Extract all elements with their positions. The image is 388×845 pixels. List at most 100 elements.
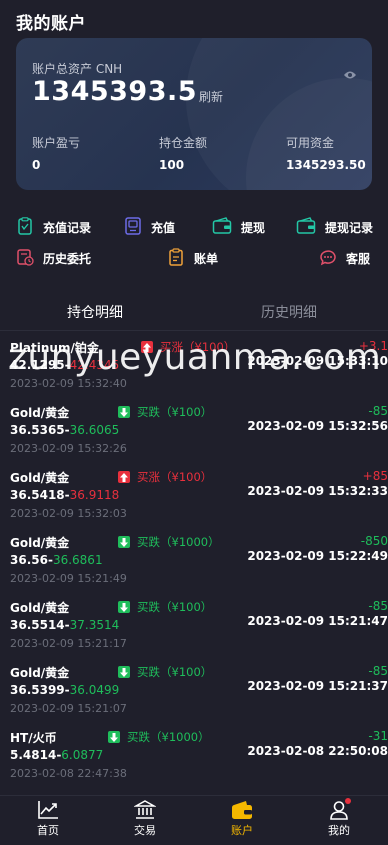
- open-time: 2023-02-08 22:47:38: [10, 767, 127, 780]
- order-symbol: Gold/黄金: [10, 406, 70, 420]
- menu-customer-service[interactable]: 客服: [319, 248, 370, 269]
- order-row[interactable]: Gold/黄金 36.5418-36.9118 2023-02-09 15:32:0…: [0, 461, 388, 526]
- order-row[interactable]: Gold/黄金 36.5365-36.6065 2023-02-09 15:32:2…: [0, 396, 388, 461]
- close-time: 2023-02-09 15:21:47: [247, 614, 388, 628]
- nav-home[interactable]: 首页: [18, 800, 78, 838]
- account-pl-label: 账户盈亏: [32, 136, 81, 150]
- open-time: 2023-02-09 15:21:49: [10, 572, 127, 585]
- close-price: 37.3514: [69, 618, 120, 632]
- account-card: 账户总资产 CNH 1345393.5 刷新 账户盈亏 0 持仓金额 100 可…: [16, 38, 372, 190]
- order-symbol: HT/火币: [10, 731, 57, 745]
- history-order-icon: [16, 248, 43, 269]
- nav-label: 首页: [37, 824, 59, 837]
- arrow-down-icon: [108, 731, 120, 743]
- direction-label: 买涨（¥100）: [137, 470, 213, 484]
- profit-loss: -31: [368, 729, 388, 743]
- menu-withdraw[interactable]: 提现: [212, 217, 265, 238]
- open-time: 2023-02-09 15:32:40: [10, 377, 127, 390]
- close-price: 36.0499: [69, 683, 120, 697]
- order-row[interactable]: Gold/黄金 36.5399-36.0499 2023-02-09 15:21:0…: [0, 656, 388, 721]
- open-time: 2023-02-09 15:21:17: [10, 637, 127, 650]
- order-direction: 买跌（¥100）: [118, 599, 212, 615]
- open-price: 5.4814: [10, 748, 57, 762]
- arrow-up-icon: [118, 471, 130, 483]
- nav-account[interactable]: 账户: [212, 800, 272, 838]
- profit-loss: -85: [368, 404, 388, 418]
- recharge-icon: [124, 217, 151, 238]
- direction-label: 买跌（¥100）: [137, 600, 213, 614]
- profit-loss: +3.1: [358, 339, 388, 353]
- notification-dot: [345, 798, 351, 804]
- order-symbol: Platinum/铂金: [10, 341, 99, 355]
- close-time: 2023-02-09 15:32:33: [247, 484, 388, 498]
- order-price-range: 5.4814-6.0877: [10, 748, 103, 762]
- profit-loss: -85: [368, 599, 388, 613]
- order-direction: 买跌（¥100）: [118, 664, 212, 680]
- close-time: 2023-02-08 22:50:08: [247, 744, 388, 758]
- close-price: 42.4345: [69, 358, 120, 372]
- customer-service-icon: [319, 248, 346, 269]
- withdraw-record-icon: [296, 217, 325, 238]
- home-chart-icon: [18, 800, 78, 820]
- open-time: 2023-02-09 15:32:03: [10, 507, 127, 520]
- wallet-icon: [212, 800, 272, 820]
- open-price: 36.5399: [10, 683, 65, 697]
- order-symbol: Gold/黄金: [10, 536, 70, 550]
- order-direction: 买涨（¥100）: [141, 339, 235, 355]
- arrow-up-icon: [141, 341, 153, 353]
- order-row[interactable]: Gold/黄金 36.5514-37.3514 2023-02-09 15:21:1…: [0, 591, 388, 656]
- recharge-record-icon: [16, 217, 43, 238]
- menu-recharge[interactable]: 充值: [124, 217, 175, 238]
- order-price-range: 36.5418-36.9118: [10, 488, 119, 502]
- close-time: 2023-02-09 15:22:49: [247, 549, 388, 563]
- order-price-range: 42.1295-42.4345: [10, 358, 119, 372]
- menu-label: 客服: [346, 252, 371, 266]
- tab-history[interactable]: 历史明细: [261, 302, 317, 322]
- menu-bill[interactable]: 账单: [167, 248, 218, 269]
- profit-loss: -85: [368, 664, 388, 678]
- order-direction: 买跌（¥1000）: [118, 534, 220, 550]
- nav-mine[interactable]: 我的: [309, 798, 369, 838]
- menu-label: 提现记录: [325, 221, 374, 235]
- eye-icon[interactable]: [343, 65, 357, 84]
- menu-label: 账单: [194, 252, 219, 266]
- profit-loss: +85: [362, 469, 388, 483]
- bank-icon: [115, 800, 175, 820]
- open-time: 2023-02-09 15:32:26: [10, 442, 127, 455]
- nav-trade[interactable]: 交易: [115, 800, 175, 838]
- order-direction: 买涨（¥100）: [118, 469, 212, 485]
- order-row[interactable]: Platinum/铂金 42.1295-42.4345 2023-02-09 15:…: [0, 331, 388, 396]
- order-symbol: Gold/黄金: [10, 471, 70, 485]
- position-tabs: 持仓明细 历史明细: [0, 296, 388, 328]
- menu-history-order[interactable]: 历史委托: [16, 248, 91, 269]
- nav-label: 我的: [328, 824, 350, 837]
- arrow-down-icon: [118, 666, 130, 678]
- available-funds-label: 可用资金: [286, 136, 335, 150]
- menu-recharge-record[interactable]: 充值记录: [16, 217, 91, 238]
- refresh-button[interactable]: 刷新: [199, 88, 223, 105]
- order-direction: 买跌（¥100）: [118, 404, 212, 420]
- order-price-range: 36.5399-36.0499: [10, 683, 119, 697]
- order-row[interactable]: Gold/黄金 36.56-36.6861 2023-02-09 15:21:49 买…: [0, 526, 388, 591]
- menu-label: 充值记录: [43, 221, 92, 235]
- nav-label: 账户: [231, 824, 253, 837]
- arrow-down-icon: [118, 536, 130, 548]
- menu-label: 充值: [151, 221, 176, 235]
- menu-withdraw-record[interactable]: 提现记录: [296, 217, 373, 238]
- direction-label: 买跌（¥1000）: [127, 730, 210, 744]
- menu-label: 历史委托: [43, 252, 92, 266]
- order-list: Platinum/铂金 42.1295-42.4345 2023-02-09 15:…: [0, 331, 388, 786]
- bottom-tabbar: 首页 交易 账户 我的: [0, 795, 388, 845]
- position-amount-label: 持仓金额: [159, 136, 208, 150]
- page-title: 我的账户: [16, 14, 86, 34]
- open-price: 36.56: [10, 553, 48, 567]
- direction-label: 买跌（¥100）: [137, 405, 213, 419]
- position-amount-value: 100: [159, 158, 185, 172]
- bill-icon: [167, 248, 194, 269]
- order-row[interactable]: HT/火币 5.4814-6.0877 2023-02-08 22:47:38 买跌（…: [0, 721, 388, 786]
- tab-holdings[interactable]: 持仓明细: [67, 302, 123, 322]
- direction-label: 买涨（¥100）: [160, 340, 236, 354]
- open-time: 2023-02-09 15:21:07: [10, 702, 127, 715]
- nav-label: 交易: [134, 824, 156, 837]
- close-price: 36.6861: [52, 553, 103, 567]
